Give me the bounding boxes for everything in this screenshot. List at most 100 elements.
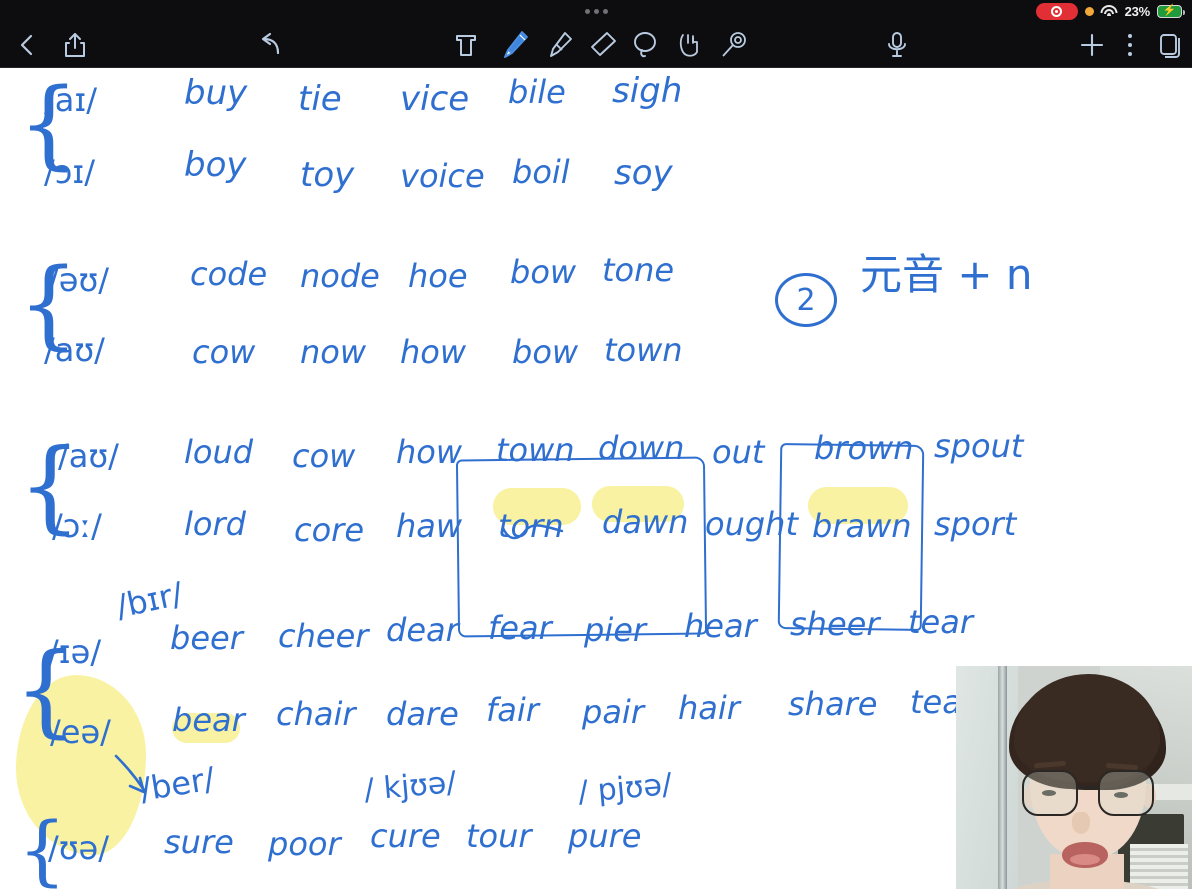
lasso-tool[interactable] [630, 29, 660, 61]
pen-tool[interactable] [500, 29, 530, 61]
word-toy: toy [300, 155, 355, 195]
word-tone: tone [602, 251, 675, 289]
add-button[interactable] [1078, 31, 1106, 59]
word-bow-1: bow [510, 253, 577, 291]
microphone-button[interactable] [884, 30, 910, 60]
annotation-ber: /ber/ [137, 759, 218, 809]
word-pure: pure [568, 817, 642, 855]
word-bile: bile [508, 73, 566, 111]
word-haw: haw [396, 507, 463, 545]
webcam-person-mouth [1062, 842, 1108, 868]
hand-pointer-tool[interactable] [674, 29, 704, 61]
phoneme-au: /aʊ/ [44, 331, 105, 369]
word-pier: pier [584, 611, 647, 649]
section-number-2: 2 [775, 273, 837, 327]
word-down: down [598, 429, 685, 467]
word-cow-1: cow [192, 333, 256, 371]
word-fear: fear [488, 609, 552, 647]
laser-pointer-tool[interactable] [718, 29, 748, 61]
phoneme-ea: /eə/ [50, 713, 111, 751]
word-tear-1: tear [908, 603, 973, 641]
word-beer: beer [170, 619, 243, 657]
word-sheer: sheer [790, 605, 880, 643]
battery-percentage: 23% [1124, 3, 1151, 19]
word-loud: loud [184, 433, 254, 471]
word-boy: boy [184, 145, 247, 185]
text-tool[interactable] [452, 30, 480, 60]
webcam-person-nose [1072, 812, 1090, 834]
phoneme-ua: /ʊə/ [48, 829, 110, 867]
word-ought: ought [705, 505, 798, 543]
word-hair: hair [678, 689, 740, 727]
word-town-1: town [604, 331, 683, 369]
word-sport: sport [934, 505, 1017, 543]
phoneme-ia: /ɪə/ [48, 633, 102, 671]
back-button[interactable] [16, 32, 38, 58]
phoneme-au-2: /aʊ/ [58, 437, 119, 475]
word-how-1: how [400, 333, 467, 371]
word-hoe: hoe [408, 257, 468, 295]
webcam-door-frame [998, 666, 1007, 889]
eraser-tool[interactable] [588, 29, 618, 61]
highlighter-tool[interactable] [544, 29, 574, 61]
share-button[interactable] [62, 31, 88, 59]
more-menu-button[interactable] [1126, 32, 1134, 58]
word-how-2: how [396, 433, 463, 471]
status-bar-right: 23% ⚡ [1035, 0, 1185, 22]
word-cure: cure [370, 817, 441, 855]
word-spout: spout [934, 427, 1024, 465]
word-core: core [294, 511, 365, 549]
battery-charging-icon: ⚡ [1157, 4, 1185, 18]
annotation-pjua: / pjʊə/ [576, 766, 674, 811]
wifi-icon [1100, 4, 1118, 18]
webcam-blinds [1130, 844, 1188, 889]
editor-toolbar [0, 22, 1192, 68]
undo-button[interactable] [256, 31, 286, 59]
word-poor: poor [268, 825, 341, 863]
word-sigh: sigh [612, 71, 683, 111]
phoneme-or: /ɔː/ [52, 507, 102, 545]
note-canvas[interactable]: { /aɪ/ buy tie vice bile sigh /ɔɪ/ boy t… [0, 68, 1192, 889]
word-voice: voice [400, 157, 485, 195]
word-bear: bear [172, 701, 245, 739]
word-dare: dare [386, 695, 459, 733]
word-cow-2: cow [292, 437, 356, 475]
annotation-kjua: / kjʊə/ [362, 765, 458, 808]
word-brown: brown [814, 429, 914, 467]
word-vice: vice [400, 79, 470, 119]
word-torn: torn [498, 507, 564, 545]
word-town-2: town [496, 431, 575, 469]
phoneme-oi: /ɔɪ/ [44, 153, 96, 191]
word-hear: hear [684, 607, 757, 645]
word-now: now [300, 333, 367, 371]
webcam-overlay[interactable] [956, 666, 1192, 889]
pages-button[interactable] [1158, 31, 1184, 59]
word-chair: chair [276, 695, 356, 733]
word-out: out [712, 433, 765, 471]
phoneme-ai: /aɪ/ [44, 81, 98, 119]
section-title-cn: 元音 + n [860, 250, 1033, 299]
word-cheer: cheer [278, 617, 369, 655]
webcam-person-glasses [1020, 770, 1158, 818]
word-soy: soy [614, 153, 673, 193]
word-brawn: brawn [812, 507, 912, 545]
word-sure: sure [164, 823, 234, 861]
word-dawn: dawn [602, 503, 689, 541]
word-tour: tour [466, 817, 532, 855]
status-bar: 23% ⚡ [0, 0, 1192, 22]
word-dear: dear [386, 611, 459, 649]
word-lord: lord [184, 505, 246, 543]
word-fair: fair [486, 691, 539, 729]
webcam-background-left [956, 666, 1018, 889]
word-tie: tie [298, 79, 342, 119]
phoneme-ou: /əʊ/ [48, 261, 110, 299]
word-buy: buy [184, 73, 248, 113]
microphone-in-use-icon [1084, 6, 1094, 16]
word-node: node [300, 257, 380, 295]
word-boil: boil [512, 153, 570, 191]
word-share: share [788, 685, 878, 723]
app-root: 23% ⚡ {/aɪ/ buy tie vice bile sigh /ɔɪ/… [0, 0, 1192, 889]
annotation-bir: /bɪr/ [112, 574, 187, 626]
word-pair: pair [582, 693, 644, 731]
screen-recording-icon[interactable] [1035, 2, 1078, 20]
